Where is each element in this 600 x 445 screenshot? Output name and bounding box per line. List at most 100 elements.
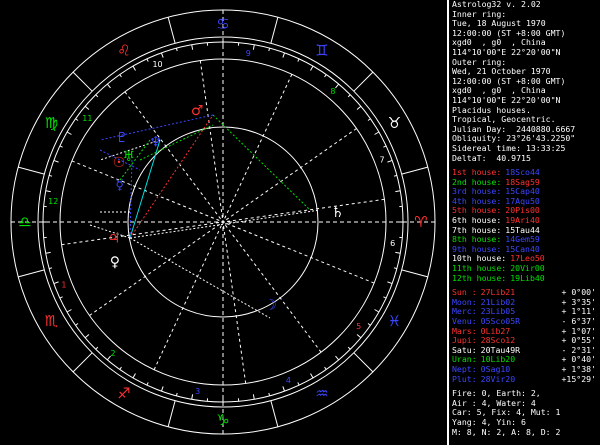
house-cusp-value: 17Leo50 <box>510 254 545 264</box>
zodiac-sign-icon: ♎ <box>18 213 31 231</box>
house-cusp-value: 14Gem59 <box>505 235 540 245</box>
planet-latitude: + 0°55' <box>561 336 596 346</box>
planet-position: 27Lib21 <box>480 288 516 298</box>
house-number: 7 <box>380 155 385 164</box>
planet-name: Uran: <box>452 355 477 365</box>
degree-tick <box>374 309 380 313</box>
house-label: 7th house: <box>452 225 502 235</box>
planet-name: Moon: <box>452 297 477 307</box>
house-number: 10 <box>152 60 162 69</box>
degree-tick <box>132 373 136 379</box>
degree-tick <box>297 58 300 62</box>
degree-tick <box>395 190 401 193</box>
chart-wheel: ♈♉♊♋♌♍♎♏♐♑♒♓123456789101112♀♃☽♂♄♅♆♇☉☿ <box>10 9 436 435</box>
degree-tick <box>119 74 122 78</box>
degree-tick <box>191 44 194 50</box>
sign-divider <box>72 352 93 373</box>
house-number: 11 <box>82 114 92 123</box>
house-row: 7th house: 15Tau44 <box>452 226 600 236</box>
app-title: Astrolog32 v. 2.02 <box>452 0 541 9</box>
aspect-line <box>129 114 214 239</box>
inner-place: xgd0 , g0 , China <box>452 38 546 48</box>
degree-tick <box>66 309 72 313</box>
degree-tick <box>59 296 63 299</box>
degree-tick <box>53 159 59 163</box>
degree-tick <box>395 251 401 254</box>
planet-position: 23Lib05 <box>480 307 516 317</box>
planet-latitude: +15°29' <box>561 374 596 384</box>
planet-latitude: + 1°11' <box>561 307 596 317</box>
degree-tick <box>132 65 136 71</box>
julian-day: Julian Day: 2440880.6667 <box>452 124 576 134</box>
planet-latitude: + 0°40' <box>561 355 596 365</box>
degree-tick <box>324 74 327 78</box>
house-cusp-value: 15Cap40 <box>505 187 540 197</box>
degree-tick <box>75 323 79 326</box>
degree-tick <box>160 52 164 58</box>
zodiac-sign-icon: ♐ <box>117 384 130 402</box>
planet-row: Mars: 0Lib27 + 1°07' <box>452 327 600 337</box>
degree-tick <box>335 83 340 89</box>
house-cusp-line <box>153 221 224 370</box>
house-row: 12th house: 19Lib40 <box>452 274 600 284</box>
planet-name: Venu: <box>452 317 477 326</box>
house-row: 4th house: 17Aqu50 <box>452 197 600 207</box>
outer-date: Wed, 21 October 1970 <box>452 67 551 77</box>
degree-tick <box>347 94 351 98</box>
house-cusp-value: 20Pis00 <box>505 206 540 216</box>
planet-position: 28Vir20 <box>480 374 516 384</box>
house-label: 4th house: <box>452 196 502 206</box>
aspect-line <box>212 114 311 211</box>
planet-icon: ☽ <box>264 297 277 313</box>
planet-position: 21Lib02 <box>480 297 516 307</box>
planet-icon: ☿ <box>115 177 124 193</box>
house-label: 3rd house: <box>452 187 502 197</box>
degree-tick <box>75 118 79 121</box>
degree-tick <box>160 386 164 392</box>
house-label: 11th house: <box>452 264 507 274</box>
house-number: 9 <box>246 49 251 58</box>
zodiac-sign-icon: ♒ <box>315 384 328 402</box>
aspect-line <box>129 237 271 319</box>
sign-divider <box>270 400 279 427</box>
delta-t: DeltaT: 40.9715 <box>452 153 531 163</box>
sign-divider <box>353 352 374 373</box>
planet-position: 20Tau49R <box>480 345 521 355</box>
degree-tick <box>383 296 387 299</box>
planet-name: Merc: <box>452 307 477 317</box>
sign-divider <box>401 166 428 175</box>
modality-counts: Car: 5, Fix: 4, Mut: 1 <box>452 408 561 418</box>
planet-latitude: - 2°31' <box>561 345 596 355</box>
sign-divider <box>18 166 45 175</box>
outer-time: 12:00:00 (ST +8:00 GMT) <box>452 76 566 86</box>
house-cusp-line <box>222 198 385 223</box>
planet-row: Satu: 20Tau49R - 2°31' <box>452 346 600 356</box>
degree-tick <box>66 131 72 135</box>
outer-coords: 114°10'00"E 22°20'00"N <box>452 95 561 105</box>
planet-row: Sun :27Lib21 + 0°00' <box>452 288 600 298</box>
degree-tick <box>146 58 149 62</box>
degree-tick <box>297 382 300 386</box>
planet-name: Sun : <box>452 288 477 298</box>
planet-icon: ♄ <box>331 205 344 221</box>
degree-tick <box>84 105 90 110</box>
degree-tick <box>191 394 194 400</box>
planet-latitude: + 0°00' <box>561 288 596 298</box>
house-cusp-value: 18Sco44 <box>505 168 540 178</box>
house-system: Placidus houses. <box>452 105 531 115</box>
house-row: 3rd house: 15Cap40 <box>452 187 600 197</box>
degree-tick <box>175 392 178 396</box>
degree-tick <box>49 267 53 270</box>
planet-icon: ♃ <box>108 230 121 246</box>
sign-divider <box>167 400 176 427</box>
quadrant-counts: M: 8, N: 2, A: 8, D: 2 <box>452 427 561 437</box>
planet-position: 10Lib20 <box>480 355 516 365</box>
planet-latitude: + 1°07' <box>561 326 596 336</box>
planet-list: Sun :27Lib21 + 0°00' Moon: 21Lib02 + 3°35' Me… <box>452 288 600 384</box>
house-cusp-value: 19Lib40 <box>510 273 545 283</box>
degree-tick <box>387 281 393 285</box>
house-cusp-value: 20Vir00 <box>510 264 545 274</box>
house-number: 2 <box>111 349 116 358</box>
degree-tick <box>356 334 362 339</box>
sign-divider <box>72 71 93 92</box>
